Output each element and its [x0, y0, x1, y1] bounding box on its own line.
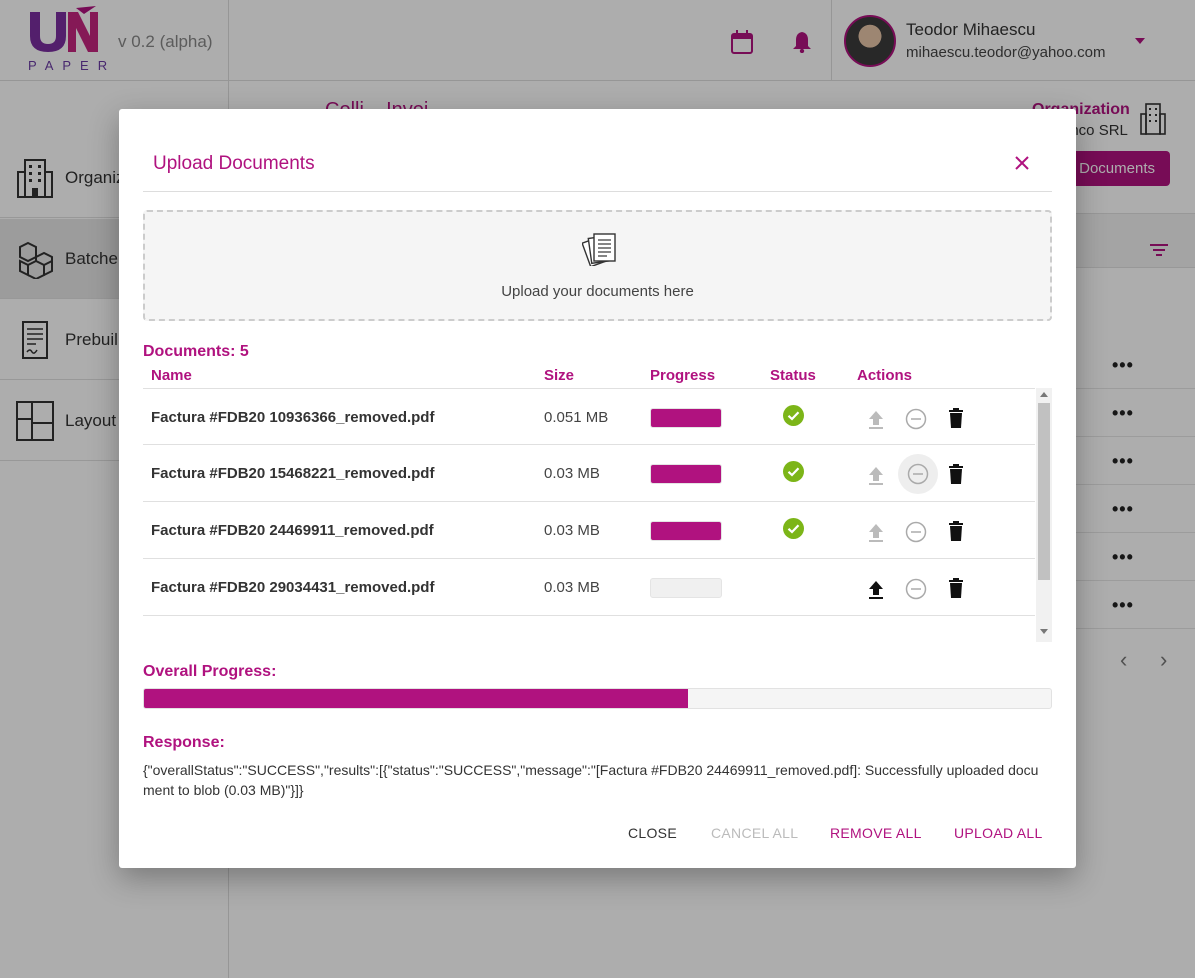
- table-scrollbar[interactable]: [1036, 388, 1052, 642]
- remove-circle-icon[interactable]: [898, 454, 938, 494]
- upload-icon[interactable]: [866, 521, 886, 543]
- document-progress-bar: [650, 578, 722, 598]
- check-circle-icon: [783, 518, 804, 539]
- upload-dropzone[interactable]: Upload your documents here: [143, 210, 1052, 321]
- document-name: Factura #FDB20 15468221_removed.pdf: [151, 465, 435, 482]
- documents-count: Documents: 5: [143, 343, 249, 360]
- dialog-title: Upload Documents: [153, 153, 315, 174]
- document-progress-bar: [650, 464, 722, 484]
- document-progress-bar: [650, 521, 722, 541]
- table-row: Factura #FDB20 15468221_removed.pdf 0.03…: [143, 445, 1035, 502]
- remove-all-button[interactable]: REMOVE ALL: [830, 825, 922, 841]
- remove-circle-icon[interactable]: [905, 408, 927, 430]
- close-icon[interactable]: [1012, 153, 1032, 173]
- upload-all-button[interactable]: UPLOAD ALL: [954, 825, 1043, 841]
- progress-fill: [651, 465, 721, 483]
- document-size: 0.03 MB: [544, 465, 600, 482]
- column-header-size: Size: [544, 367, 575, 384]
- dropzone-label: Upload your documents here: [501, 283, 694, 300]
- documents-icon: [582, 233, 616, 266]
- delete-icon[interactable]: [948, 521, 964, 541]
- column-header-name: Name: [151, 367, 192, 384]
- response-label: Response:: [143, 734, 225, 751]
- document-name: Factura #FDB20 24469911_removed.pdf: [151, 522, 434, 539]
- column-header-actions: Actions: [857, 367, 913, 384]
- overall-progress-fill: [144, 689, 689, 708]
- close-button[interactable]: CLOSE: [628, 825, 677, 841]
- upload-icon[interactable]: [866, 408, 886, 430]
- document-progress-bar: [650, 408, 722, 428]
- overall-progress-bar: [143, 688, 1052, 709]
- table-row: Factura #FDB20 10936366_removed.pdf 0.05…: [143, 388, 1035, 445]
- document-size: 0.03 MB: [544, 522, 600, 539]
- remove-circle-icon[interactable]: [905, 578, 927, 600]
- scroll-thumb[interactable]: [1038, 403, 1050, 580]
- upload-documents-dialog: Upload Documents Upload your documents h…: [119, 109, 1076, 868]
- column-header-status: Status: [770, 367, 816, 384]
- check-circle-icon: [783, 461, 804, 482]
- document-name: Factura #FDB20 29034431_removed.pdf: [151, 579, 435, 596]
- delete-icon[interactable]: [948, 464, 964, 484]
- progress-fill: [651, 409, 721, 427]
- divider: [143, 191, 1052, 192]
- delete-icon[interactable]: [948, 578, 964, 598]
- upload-icon[interactable]: [866, 578, 886, 600]
- column-header-progress: Progress: [650, 367, 716, 384]
- upload-icon[interactable]: [866, 464, 886, 486]
- scroll-down-arrow[interactable]: [1040, 629, 1048, 634]
- response-text: {"overallStatus":"SUCCESS","results":[{"…: [143, 762, 1039, 798]
- documents-table: Factura #FDB20 10936366_removed.pdf 0.05…: [143, 388, 1052, 642]
- progress-fill: [651, 522, 721, 540]
- check-circle-icon: [783, 405, 804, 426]
- document-size: 0.051 MB: [544, 409, 609, 426]
- scroll-up-arrow[interactable]: [1040, 392, 1048, 397]
- overall-progress-label: Overall Progress:: [143, 663, 277, 680]
- delete-icon[interactable]: [948, 408, 964, 428]
- table-row: Factura #FDB20 29034431_removed.pdf 0.03…: [143, 559, 1035, 616]
- cancel-all-button[interactable]: CANCEL ALL: [711, 825, 798, 841]
- document-size: 0.03 MB: [544, 579, 600, 596]
- table-row: Factura #FDB20 24469911_removed.pdf 0.03…: [143, 502, 1035, 559]
- document-name: Factura #FDB20 10936366_removed.pdf: [151, 409, 435, 426]
- remove-circle-icon[interactable]: [905, 521, 927, 543]
